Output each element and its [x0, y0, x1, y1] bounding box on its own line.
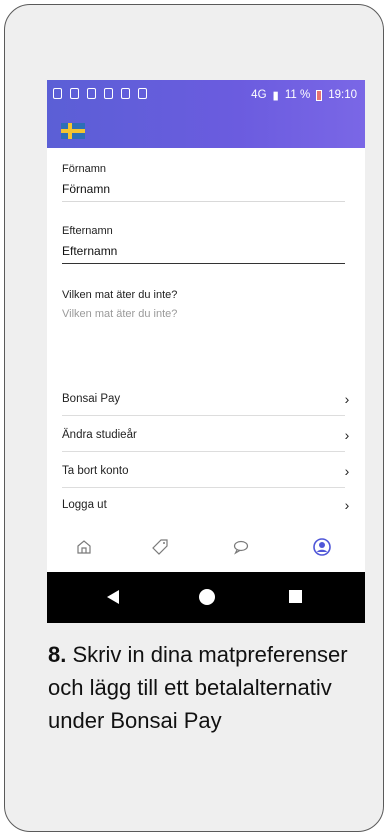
notification-icon-4: [104, 88, 113, 99]
menu-item-log-out[interactable]: Logga ut ›: [62, 493, 352, 517]
network-label: 4G: [251, 89, 267, 101]
menu-item-delete-account[interactable]: Ta bort konto ›: [62, 459, 352, 483]
food-pref-field[interactable]: Vilken mat äter du inte? Vilken mat äter…: [62, 289, 345, 320]
food-pref-input[interactable]: Vilken mat äter du inte?: [62, 308, 345, 320]
chevron-right-icon: ›: [344, 497, 350, 513]
instruction-caption: 8. Skriv in dina matpreferenser och lägg…: [48, 638, 358, 737]
profile-icon[interactable]: [313, 538, 331, 556]
status-bar: 4G ▮ 11 % 19:10: [47, 80, 365, 111]
system-nav-bar: [47, 572, 365, 623]
home-circle-icon[interactable]: [199, 589, 215, 605]
phone-screen: 4G ▮ 11 % 19:10 Förnamn Förnamn Efternam…: [47, 80, 365, 623]
notification-icon-1: [53, 88, 62, 99]
first-name-field[interactable]: Förnamn Förnamn: [62, 163, 345, 202]
menu-item-label: Logga ut: [62, 499, 107, 511]
menu-divider: [62, 487, 345, 488]
first-name-label: Förnamn: [62, 163, 107, 175]
menu-item-label: Ändra studieår: [62, 429, 137, 441]
battery-text: 11 %: [284, 89, 311, 101]
last-name-field[interactable]: Efternamn Efternamn: [62, 225, 345, 264]
menu-item-label: Ta bort konto: [62, 465, 129, 477]
menu-item-label: Bonsai Pay: [62, 393, 121, 405]
notification-icons: [53, 88, 147, 99]
caption-text: Skriv in dina matpreferenser och lägg ti…: [48, 642, 348, 733]
chevron-right-icon: ›: [344, 391, 350, 407]
battery-icon: [316, 89, 323, 101]
menu-item-change-study-year[interactable]: Ändra studieår ›: [62, 423, 352, 447]
swedish-flag-icon[interactable]: [61, 123, 85, 139]
last-name-underline: [62, 263, 345, 264]
menu-item-bonsai-pay[interactable]: Bonsai Pay ›: [62, 387, 352, 411]
tag-icon[interactable]: [151, 538, 169, 556]
food-pref-label: Vilken mat äter du inte?: [62, 289, 178, 301]
status-right: 4G ▮ 11 % 19:10: [251, 88, 357, 102]
menu-divider: [62, 415, 345, 416]
chat-icon[interactable]: [232, 538, 250, 556]
clock: 19:10: [328, 89, 357, 101]
recent-apps-icon[interactable]: [289, 590, 302, 603]
home-icon[interactable]: [75, 538, 93, 556]
notification-icon-2: [70, 88, 79, 99]
signal-icon: ▮: [272, 90, 279, 102]
last-name-input[interactable]: Efternamn: [62, 244, 345, 258]
notification-icon-6: [138, 88, 147, 99]
back-icon[interactable]: [107, 590, 119, 604]
notification-icon-5: [121, 88, 130, 99]
app-bar: [47, 111, 365, 148]
bottom-nav: [47, 520, 365, 572]
chevron-right-icon: ›: [344, 463, 350, 479]
chevron-right-icon: ›: [344, 427, 350, 443]
caption-step-number: 8.: [48, 642, 67, 667]
menu-divider: [62, 451, 345, 452]
first-name-input[interactable]: Förnamn: [62, 182, 345, 196]
first-name-underline: [62, 201, 345, 202]
notification-icon-3: [87, 88, 96, 99]
last-name-label: Efternamn: [62, 225, 113, 237]
